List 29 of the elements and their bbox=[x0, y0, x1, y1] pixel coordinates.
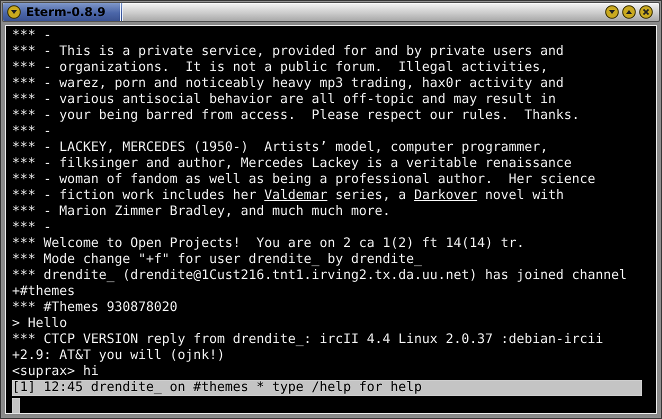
maximize-icon[interactable] bbox=[622, 5, 636, 19]
terminal-line: *** - bbox=[12, 28, 52, 44]
terminal-line: *** - bbox=[12, 220, 52, 236]
terminal-line: *** - various antisocial behavior are all off-topic and may result in bbox=[12, 92, 557, 108]
window-title: Eterm-0.8.9 bbox=[26, 5, 106, 19]
terminal-line: *** - filksinger and author, Mercedes Lackey is a veritable renaissance bbox=[12, 156, 573, 172]
terminal-line: +#themes bbox=[12, 284, 76, 300]
terminal-line: > Hello bbox=[12, 316, 68, 332]
terminal-line: *** - organizations. It is not a public forum. Illegal activities, bbox=[12, 60, 550, 76]
close-icon[interactable] bbox=[639, 5, 653, 19]
terminal-line: <suprax> hi bbox=[12, 364, 100, 380]
terminal-line: *** - your being barred from access. Please respect our rules. Thanks. bbox=[12, 108, 581, 124]
terminal-line: *** - fiction work includes her Valdemar series, a Darkover novel with bbox=[12, 188, 565, 204]
terminal-line: *** Welcome to Open Projects! You are on 2 ca 1(2) ft 14(14) tr. bbox=[12, 236, 526, 252]
terminal-line: *** - warez, porn and noticeably heavy mp3 trading, hax0r activity and bbox=[12, 76, 565, 92]
terminal-line: *** - LACKEY, MERCEDES (1950-) Artists’ model, computer programmer, bbox=[12, 140, 550, 156]
terminal-line: *** drendite_ (drendite@1Cust216.tnt1.irving2.tx.da.uu.net) has joined channel bbox=[12, 268, 628, 284]
minimize-icon[interactable] bbox=[605, 5, 619, 19]
terminal-line: +2.9: AT&T you will (ojnk!) bbox=[12, 348, 226, 364]
terminal-line: *** CTCP VERSION reply from drendite_: ircII 4.4 Linux 2.0.37 :debian-ircii bbox=[12, 332, 604, 348]
status-bar: [1] 12:45 drendite_ on #themes * type /help for help bbox=[12, 380, 642, 396]
text-cursor bbox=[12, 398, 20, 413]
terminal-line: *** - This is a private service, provided for and by private users and bbox=[12, 44, 565, 60]
menu-icon[interactable] bbox=[7, 5, 21, 19]
terminal-line: *** - bbox=[12, 124, 52, 140]
terminal-line: *** - woman of fandom as well as being a professional author. Her science bbox=[12, 172, 596, 188]
terminal-line: *** - Marion Zimmer Bradley, and much much more. bbox=[12, 204, 392, 220]
terminal-line: *** #Themes 930878020 bbox=[12, 300, 179, 316]
terminal-line: *** Mode change "+f" for user drendite_ by drendite_ bbox=[12, 252, 423, 268]
